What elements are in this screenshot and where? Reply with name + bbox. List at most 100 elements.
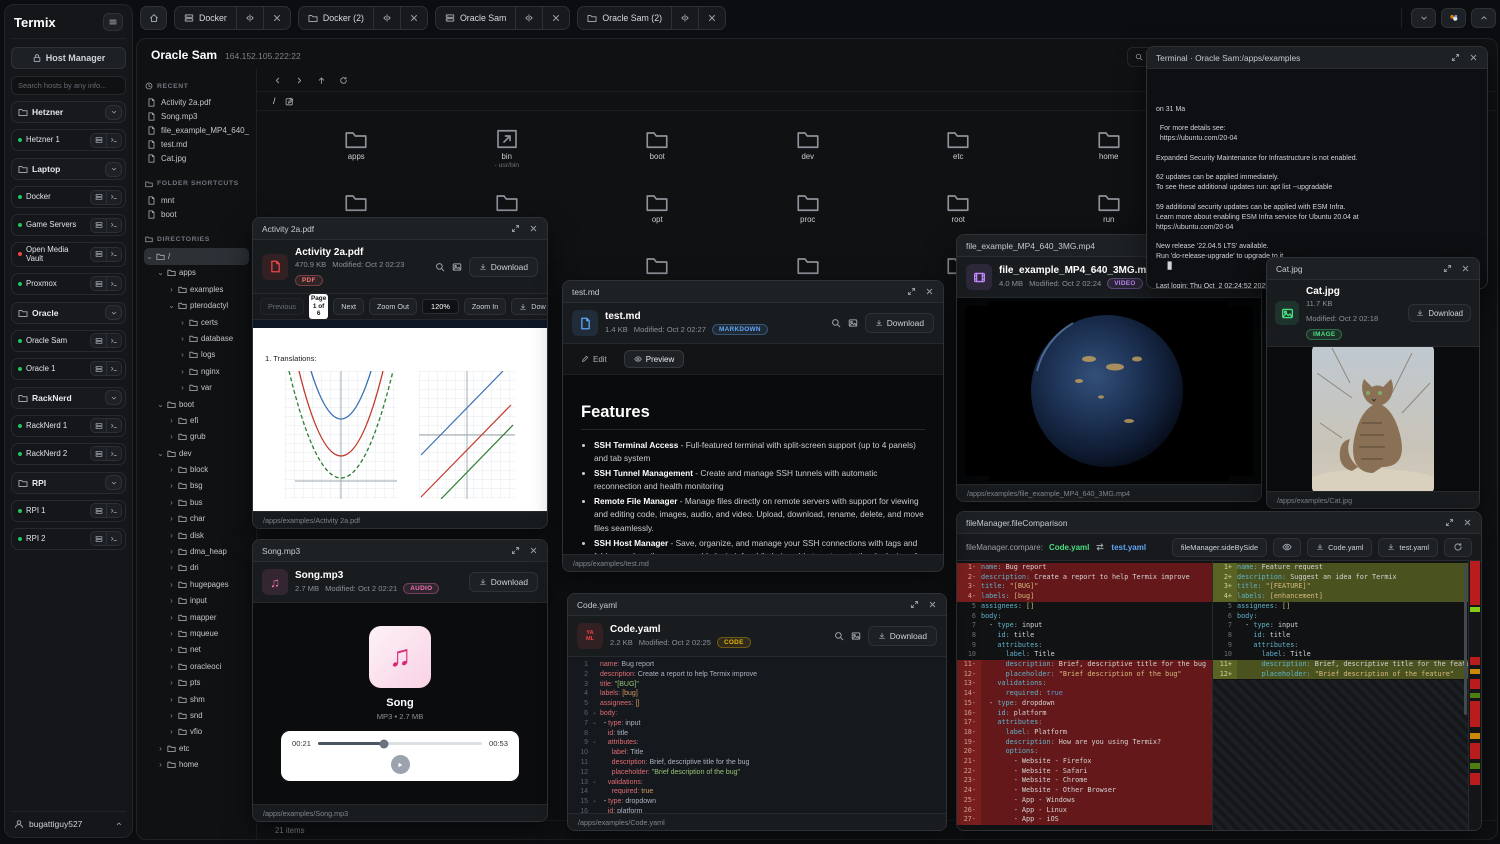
close-icon[interactable]	[928, 600, 937, 609]
preview-icon[interactable]	[848, 318, 858, 328]
tab-split-button[interactable]	[373, 7, 400, 29]
edit-tab[interactable]: Edit	[571, 350, 617, 368]
fold-toggle[interactable]	[592, 758, 600, 768]
tree-item[interactable]: ⌄ apps	[144, 265, 249, 281]
tree-item[interactable]: › bsg	[144, 478, 249, 494]
tree-chevron[interactable]: ›	[179, 383, 186, 392]
window-titlebar[interactable]: Activity 2a.pdf	[253, 218, 547, 240]
shortcut-item[interactable]: boot	[144, 207, 249, 221]
window-titlebar[interactable]: Code.yaml	[568, 594, 946, 616]
recent-file-item[interactable]: Cat.jpg	[144, 152, 249, 166]
host-file-manager-button[interactable]	[91, 334, 106, 347]
fold-toggle[interactable]	[592, 768, 600, 778]
fold-toggle[interactable]	[592, 699, 600, 709]
window-titlebar[interactable]: Terminal · Oracle Sam:/apps/examples	[1147, 47, 1487, 69]
expand-icon[interactable]	[910, 600, 919, 609]
tree-chevron[interactable]: ›	[168, 465, 175, 474]
tab-split-button[interactable]	[236, 7, 263, 29]
tree-item[interactable]: › examples	[144, 281, 249, 297]
group-collapse-button[interactable]	[105, 305, 122, 320]
download-button[interactable]: Download	[868, 626, 937, 646]
download-right-button[interactable]: test.yaml	[1378, 538, 1438, 557]
host-item[interactable]: Proxmox	[11, 273, 126, 295]
tree-chevron[interactable]: ⌄	[157, 449, 164, 458]
tree-item[interactable]: › snd	[144, 707, 249, 723]
tree-item[interactable]: › dma_heap	[144, 543, 249, 559]
tree-chevron[interactable]: ›	[168, 531, 175, 540]
seek-thumb[interactable]	[379, 739, 388, 748]
host-group-header[interactable]: Oracle	[11, 302, 126, 324]
tree-chevron[interactable]: ›	[168, 416, 175, 425]
tree-item[interactable]: ⌄ dev	[144, 445, 249, 461]
host-item[interactable]: Oracle 1	[11, 358, 126, 380]
tree-chevron[interactable]: ›	[168, 678, 175, 687]
download-button[interactable]: Download	[469, 572, 538, 592]
tree-item[interactable]: › efi	[144, 412, 249, 428]
tab-split-button[interactable]	[515, 7, 542, 29]
tree-item[interactable]: › logs	[144, 347, 249, 363]
expand-icon[interactable]	[1451, 53, 1460, 62]
close-icon[interactable]	[1461, 264, 1470, 273]
tree-chevron[interactable]: ⌄	[168, 301, 175, 310]
tree-chevron[interactable]: ›	[168, 498, 175, 507]
host-item[interactable]: RackNerd 2	[11, 443, 126, 465]
tree-chevron[interactable]: ›	[168, 514, 175, 523]
home-tab-button[interactable]	[140, 6, 167, 30]
tree-item[interactable]: › home	[144, 756, 249, 772]
host-group-header[interactable]: Hetzner	[11, 101, 126, 123]
tree-chevron[interactable]: ›	[168, 727, 175, 736]
tree-chevron[interactable]: ›	[179, 334, 186, 343]
host-group-header[interactable]: Laptop	[11, 158, 126, 180]
diff-minimap[interactable]	[1468, 561, 1481, 830]
host-manager-button[interactable]: Host Manager	[11, 47, 126, 69]
preview-tab[interactable]: Preview	[624, 350, 684, 368]
pdf-next-button[interactable]: Next	[333, 298, 364, 315]
tree-item[interactable]: › shm	[144, 691, 249, 707]
fold-toggle[interactable]	[592, 689, 600, 699]
recent-file-item[interactable]: test.md	[144, 138, 249, 152]
host-search-input[interactable]: Search hosts by any info...	[11, 76, 126, 95]
host-item[interactable]: Open Media Vault	[11, 242, 126, 267]
toggle-view-button[interactable]	[1273, 538, 1301, 557]
swap-icon[interactable]	[1095, 542, 1105, 552]
breadcrumb[interactable]: /	[273, 96, 276, 106]
group-collapse-button[interactable]	[105, 162, 122, 177]
up-icon[interactable]	[317, 76, 326, 85]
fold-toggle[interactable]	[592, 748, 600, 758]
close-icon[interactable]	[1463, 518, 1472, 527]
tree-chevron[interactable]: ›	[168, 481, 175, 490]
host-file-manager-button[interactable]	[91, 191, 106, 204]
tree-item[interactable]: › var	[144, 379, 249, 395]
close-icon[interactable]	[529, 546, 538, 555]
markdown-preview[interactable]: Features SSH Terminal Access - Full-feat…	[563, 375, 943, 554]
pdf-zoom-in-button[interactable]: Zoom In	[464, 298, 506, 315]
panel-down-button[interactable]	[1411, 8, 1436, 28]
group-collapse-button[interactable]	[105, 475, 122, 490]
close-icon[interactable]	[1469, 53, 1478, 62]
tree-chevron[interactable]: ›	[168, 580, 175, 589]
window-titlebar[interactable]: fileManager.fileComparison	[957, 512, 1481, 534]
expand-icon[interactable]	[1445, 518, 1454, 527]
tree-chevron[interactable]: ›	[168, 613, 175, 622]
host-terminal-button[interactable]	[106, 219, 121, 232]
pdf-zoom-out-button[interactable]: Zoom Out	[369, 298, 417, 315]
tree-chevron[interactable]: ›	[168, 711, 175, 720]
host-item[interactable]: Oracle Sam	[11, 330, 126, 352]
tree-item[interactable]: › input	[144, 593, 249, 609]
tree-chevron[interactable]: ›	[157, 744, 164, 753]
tree-item[interactable]: › database	[144, 330, 249, 346]
host-file-manager-button[interactable]	[91, 248, 106, 261]
host-file-manager-button[interactable]	[91, 504, 106, 517]
tree-chevron[interactable]: ⌄	[157, 268, 164, 277]
grid-folder-item[interactable]: bin - usr/bin	[432, 117, 583, 180]
host-terminal-button[interactable]	[106, 191, 121, 204]
preview-icon[interactable]	[851, 631, 861, 641]
recent-file-item[interactable]: file_example_MP4_640_3MG...	[144, 123, 249, 137]
tab-split-button[interactable]	[671, 7, 698, 29]
tree-chevron[interactable]: ›	[168, 645, 175, 654]
side-by-side-button[interactable]: fileManager.sideBySide	[1172, 538, 1267, 557]
tree-chevron[interactable]: ›	[179, 367, 186, 376]
tree-item[interactable]: › etc	[144, 740, 249, 756]
host-item[interactable]: RPI 2	[11, 528, 126, 550]
host-terminal-button[interactable]	[106, 334, 121, 347]
